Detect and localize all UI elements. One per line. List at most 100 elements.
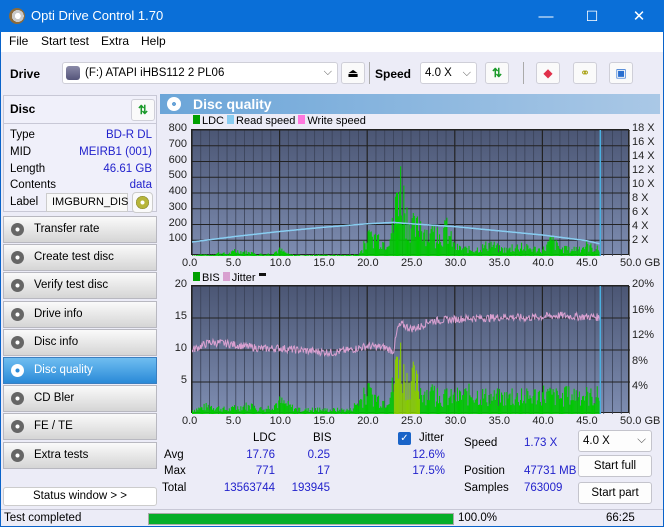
ldc-bar xyxy=(296,254,298,256)
nav-transfer-rate[interactable]: Transfer rate xyxy=(3,216,157,243)
bis-bar xyxy=(529,395,531,414)
nav-cd-bler[interactable]: CD Bler xyxy=(3,385,157,413)
nav-verify-test-disc[interactable]: Verify test disc xyxy=(3,272,157,300)
cd-icon[interactable] xyxy=(132,192,153,213)
ldc-bar xyxy=(578,246,580,256)
bis-bar xyxy=(584,400,586,414)
bis-bar xyxy=(432,390,434,414)
bis-bar xyxy=(394,359,396,414)
bis-bar xyxy=(305,408,307,414)
nav-create-test-disc[interactable]: Create test disc xyxy=(3,244,157,272)
bis-bar xyxy=(303,410,305,414)
ldc-bar xyxy=(372,248,374,256)
bis-bar xyxy=(244,409,246,414)
bis-bar xyxy=(383,400,385,414)
start-part-button[interactable]: Start part xyxy=(578,482,652,504)
ldc-bar xyxy=(460,246,462,256)
bis-bar xyxy=(367,383,369,414)
bis-bar xyxy=(283,400,285,414)
bis-bar xyxy=(406,372,408,414)
ldc-bar xyxy=(239,254,241,256)
bis-bar xyxy=(346,408,348,414)
menu-help[interactable]: Help xyxy=(141,34,166,48)
bis-bar xyxy=(419,398,421,414)
maximize-button[interactable]: ☐ xyxy=(569,0,615,32)
ldc-bar xyxy=(436,227,438,256)
ldc-bar xyxy=(552,236,554,256)
legend-write-speed: Write speed xyxy=(298,115,366,127)
bis-bar xyxy=(431,384,433,414)
disc-refresh-button[interactable]: ⇅ xyxy=(131,99,155,121)
menu-start-test[interactable]: Start test xyxy=(41,34,89,48)
bis-bar xyxy=(511,388,513,414)
close-button[interactable]: ✕ xyxy=(616,0,662,32)
ldc-bar xyxy=(244,253,246,256)
save-button[interactable]: ▣ xyxy=(609,62,633,84)
ldc-bar xyxy=(269,254,271,256)
nav-extra-tests[interactable]: Extra tests xyxy=(3,441,157,469)
ldc-bar xyxy=(432,231,434,256)
ldc-bar xyxy=(471,251,473,256)
minimize-button[interactable]: — xyxy=(523,0,569,32)
ldc-bar xyxy=(533,246,535,256)
bis-bar xyxy=(296,408,298,414)
start-full-button[interactable]: Start full xyxy=(578,455,652,477)
bis-bar xyxy=(527,390,529,414)
jitter-checkbox[interactable]: ✓ xyxy=(398,432,411,445)
bis-bar xyxy=(546,391,548,414)
copy-button[interactable]: ⚭ xyxy=(573,62,597,84)
bis-bar xyxy=(270,410,272,414)
drive-select[interactable]: (F:) ATAPI iHBS112 2 PL06 ⌵ xyxy=(62,62,338,84)
erase-button[interactable]: ◆ xyxy=(536,62,560,84)
y2-tick-label: 8% xyxy=(632,354,648,367)
nav-disc-quality[interactable]: Disc quality xyxy=(3,357,157,384)
ldc-bar xyxy=(316,255,318,256)
menu-extra[interactable]: Extra xyxy=(101,34,129,48)
ldc-bar xyxy=(413,215,415,256)
ldc-bar xyxy=(431,225,433,256)
test-speed-select[interactable]: 4.0 X ⌵ xyxy=(578,430,652,452)
bis-bar xyxy=(512,403,514,414)
ldc-bar xyxy=(353,254,355,256)
bis-bar xyxy=(424,391,426,414)
ldc-bar xyxy=(483,248,485,256)
bis-bar xyxy=(521,388,523,414)
nav-drive-info[interactable]: Drive info xyxy=(3,300,157,328)
bis-bar xyxy=(531,403,533,414)
label-field[interactable]: IMGBURN_DIS xyxy=(46,193,128,212)
ldc-bar xyxy=(593,251,595,256)
refresh-button[interactable]: ⇅ xyxy=(485,62,509,84)
menu-file[interactable]: File xyxy=(9,34,28,48)
bis-bar xyxy=(509,393,511,414)
bis-bar xyxy=(209,406,211,414)
nav-disc-info[interactable]: Disc info xyxy=(3,328,157,356)
x-tick-label: 30.0 xyxy=(444,415,467,427)
ldc-bar xyxy=(328,255,330,256)
bis-bar xyxy=(457,400,460,414)
bis-bar xyxy=(565,386,567,414)
disc-type-row: Type BD-R DL xyxy=(10,129,152,141)
eject-button[interactable]: ⏏ xyxy=(341,62,365,84)
bis-bar xyxy=(420,388,422,414)
bis-bar xyxy=(331,410,333,414)
bis-bar xyxy=(441,405,443,414)
bis-bar xyxy=(319,407,321,414)
ldc-bar xyxy=(280,250,282,256)
bis-bar xyxy=(400,342,402,414)
ldc-bar xyxy=(549,237,551,256)
bis-bar xyxy=(558,398,560,414)
ldc-bar xyxy=(450,231,452,256)
ldc-bar xyxy=(456,243,458,256)
speed-select[interactable]: 4.0 X ⌵ xyxy=(420,62,477,84)
nav-fe-te[interactable]: FE / TE xyxy=(3,413,157,441)
bis-bar xyxy=(514,399,516,414)
bis-bar xyxy=(513,405,515,414)
ldc-bar xyxy=(490,241,492,256)
ldc-bar xyxy=(583,247,585,256)
ldc-bar xyxy=(333,254,335,256)
status-window-button[interactable]: Status window > > xyxy=(3,487,157,506)
bis-bar xyxy=(236,409,238,414)
bis-bar xyxy=(429,391,431,414)
ldc-bar xyxy=(509,247,511,256)
ldc-bar xyxy=(207,254,209,256)
